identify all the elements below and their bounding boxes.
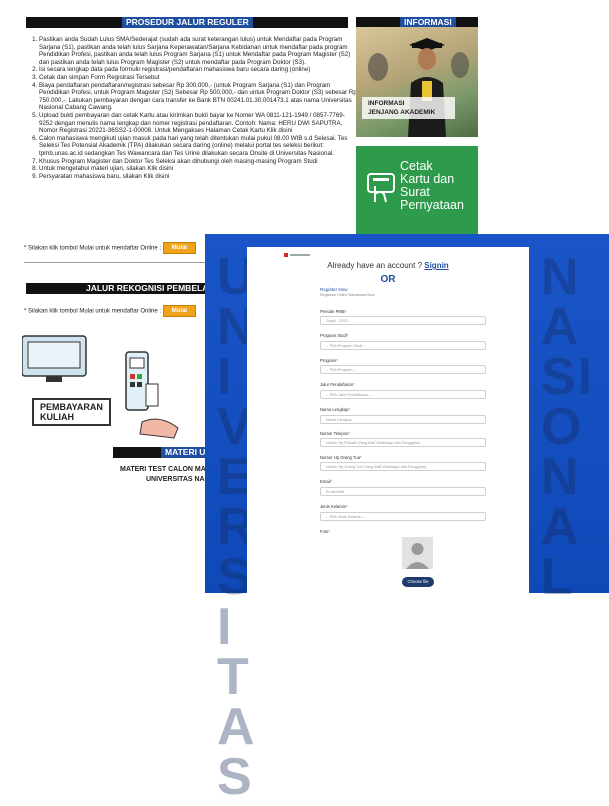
rekognisi-title: JALUR REKOGNISI PEMBELAJA [82,283,224,294]
mulai-button[interactable]: Mulai [162,242,197,254]
program-select[interactable]: -- Pilih Program -- [320,365,486,374]
informasi-caption: INFORMASI JENJANG AKADEMIK [362,97,456,119]
cetak-kartu-card[interactable]: Cetak Kartu dan Surat Pernyataan [356,146,478,234]
prosedur-header-bar: PROSEDUR JALUR REGULER [26,17,348,28]
already-account-row: Already have an account ? Signin [247,261,529,270]
avatar-placeholder-icon [402,537,433,569]
materi-header-bar: MATERI UJIA [113,447,223,458]
rekognisi-note-row: * Silakan klik tombol Mulai untuk mendaf… [24,305,197,317]
program-label-text: Program [320,358,337,363]
required-mark: * [346,333,349,338]
step-7: Khusus Program Magister dan Doktor Tes S… [39,158,357,166]
materi-text-line2: UNIVERSITAS NASI [146,476,212,483]
mulai-note-text: * Silakan klik tombol Mulai untuk mendaf… [24,245,162,252]
print-card-icon [367,173,395,203]
gender-label-text: Jenis Kelamin [320,504,347,509]
required-mark: * [353,382,355,387]
hp-ortu-label-text: Nomor Hp Orang Tua [320,455,361,460]
gender-label: Jenis Kelamin* [320,504,348,509]
prosedur-title: PROSEDUR JALUR REGULER [122,17,253,28]
or-separator: OR [380,274,396,285]
required-mark: * [328,529,331,534]
brand-logo-bar [290,254,310,256]
step-4: Biaya pendaftaran pendaftaran/registrasi… [39,82,357,112]
cetak-kartu-text: Cetak Kartu dan Surat Pernyataan [400,160,464,212]
rekognisi-mulai-button[interactable]: Mulai [162,305,197,317]
required-mark: * [344,309,347,314]
email-input[interactable]: Email Aktif [320,487,486,496]
pay-line1: PEMBAYARAN [40,402,103,412]
required-mark: * [330,479,333,484]
required-mark: * [348,431,350,436]
rekognisi-header-bar: JALUR REKOGNISI PEMBELAJA [26,283,224,294]
step-2: Isi secara lengkap data pada formulir re… [39,66,357,74]
required-mark: * [346,504,348,509]
step-8[interactable]: Untuk mengetahui materi ujian, silakan K… [39,165,357,173]
periode-select[interactable]: Ganjil - 2023 [320,316,486,325]
program-studi-label-text: Program Studi [320,333,347,338]
step-1: Pastikan anda Sudah Lulus SMA/Sederajat … [39,36,357,66]
step-5[interactable]: Upload bukti pembayaran dan cetak Kartu … [39,112,357,135]
informasi-graduate-image[interactable]: INFORMASI JENJANG AKADEMIK [356,27,478,137]
pembayaran-kuliah-banner[interactable]: PEMBAYARAN KULIAH [21,330,182,440]
informasi-caption-line2: JENJANG AKADEMIK [368,109,436,116]
brand-logo-icon [284,253,288,257]
choose-file-button[interactable]: Choose file [402,577,434,587]
pay-line2: KULIAH [40,412,74,422]
mulai-note-row: * Silakan klik tombol Mulai untuk mendaf… [24,242,197,254]
rekognisi-note-text: * Silakan klik tombol Mulai untuk mendaf… [24,308,162,315]
required-mark: * [348,407,351,412]
jalur-label: Jalur Pendaftaran* [320,382,355,387]
nama-input[interactable]: Nama Lengkap [320,415,486,424]
foto-label: Foto* [320,529,330,534]
required-mark: * [360,455,362,460]
program-label: Program* [320,358,338,363]
jalur-select[interactable]: -- Pilih Jalur Pendaftaran -- [320,390,486,399]
periode-label: Periode PMB* [320,309,346,314]
background-watermark-right: NASIONAL [541,248,595,606]
telepon-label: Nomor Telepon* [320,431,350,436]
informasi-caption-line1: INFORMASI [368,100,405,107]
prosedur-steps-list: Pastikan anda Sudah Lulus SMA/Sederajat … [30,36,357,180]
register-form-panel: Already have an account ? Signin OR Regi… [247,247,529,593]
hp-ortu-input[interactable]: Nomor Hp Orang Tua (Yang Aktif Whatsapp … [320,462,486,471]
hp-ortu-label: Nomor Hp Orang Tua* [320,455,362,460]
nama-label-text: Nama Lengkap [320,407,349,412]
required-mark: * [336,358,338,363]
jalur-label-text: Jalur Pendaftaran [320,382,354,387]
register-now-subtitle: Registrasi Online Mahasiswa Baru [320,293,375,297]
step-3: Cetak dan simpan Form Registrasi Tersebu… [39,74,357,82]
telepon-input[interactable]: Nomor Hp Pribadi (Yang Aktif Whatsapp da… [320,438,486,447]
already-text: Already have an account ? [327,261,423,270]
email-label: Email* [320,479,332,484]
register-now-title: Register Now [320,287,348,292]
telepon-label-text: Nomor Telepon [320,431,349,436]
step-9[interactable]: Persyaratan mahasiswa baru, silakan Klik… [39,173,357,181]
step-6: Calon mahasiswa mengikuti ujian masuk pa… [39,135,357,158]
graduate-illustration [368,38,469,137]
nama-label: Nama Lengkap* [320,407,350,412]
signin-link[interactable]: Signin [424,261,448,270]
pembayaran-label: PEMBAYARAN KULIAH [32,398,111,426]
program-studi-select[interactable]: -- Pilih Program Studi -- [320,341,486,350]
cetak-line4: Pernyataan [400,198,464,212]
gender-select[interactable]: -- Pilih Jenis Kelamin -- [320,512,486,521]
email-label-text: Email [320,479,331,484]
program-studi-label: Program Studi* [320,333,348,338]
materi-text-line1: MATERI TEST CALON MAHA [120,466,216,473]
periode-label-text: Periode PMB [320,309,345,314]
